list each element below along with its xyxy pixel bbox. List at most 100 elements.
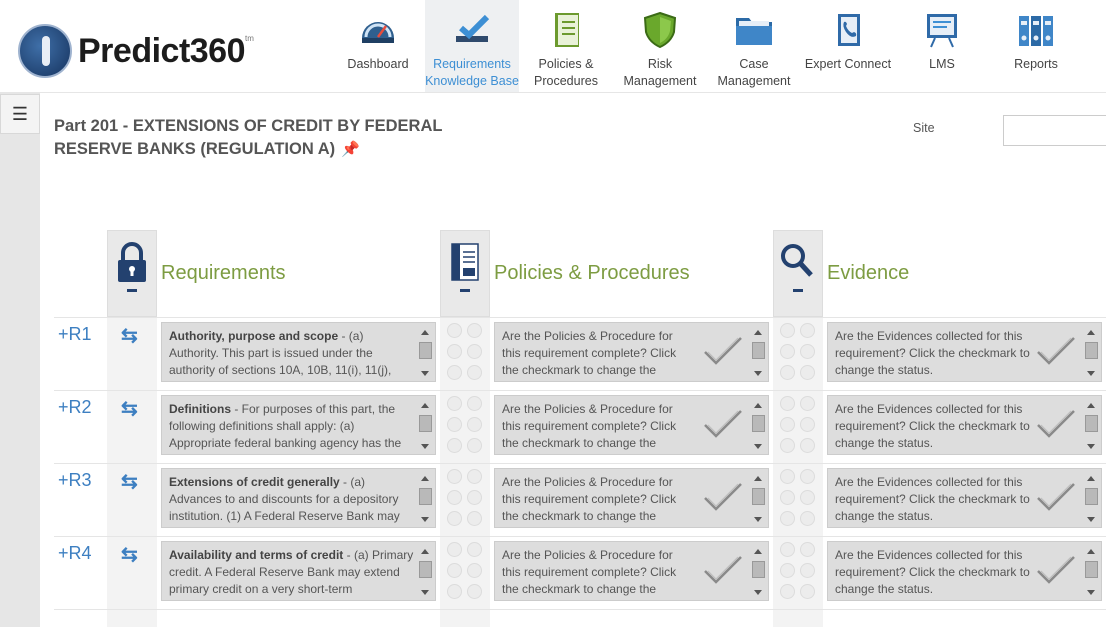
status-dot[interactable] [447,344,462,359]
scroll-down-arrow-icon[interactable] [421,517,429,522]
status-dot[interactable] [780,344,795,359]
swap-arrows-icon[interactable]: ⇆ [121,542,138,567]
scrollbar[interactable] [419,326,432,380]
status-dot[interactable] [780,563,795,578]
scroll-up-arrow-icon[interactable] [1087,330,1095,335]
status-dot[interactable] [467,469,482,484]
requirements-collapse-icon[interactable] [127,289,137,292]
scroll-thumb[interactable] [1085,488,1098,505]
checkmark-toggle-icon[interactable] [702,554,744,588]
policies-collapse-icon[interactable] [460,289,470,292]
scrollbar[interactable] [1085,399,1098,453]
scroll-thumb[interactable] [752,561,765,578]
status-dot[interactable] [447,396,462,411]
status-dot[interactable] [780,438,795,453]
status-dot[interactable] [780,584,795,599]
status-dot[interactable] [780,469,795,484]
scroll-down-arrow-icon[interactable] [754,590,762,595]
swap-arrows-icon[interactable]: ⇆ [121,396,138,421]
status-dot[interactable] [447,542,462,557]
status-dot[interactable] [467,365,482,380]
scroll-up-arrow-icon[interactable] [421,476,429,481]
status-dot[interactable] [780,396,795,411]
checkmark-toggle-icon[interactable] [702,408,744,442]
evidence-status-box[interactable]: Are the Evidences collected for this req… [827,541,1102,601]
evidence-status-box[interactable]: Are the Evidences collected for this req… [827,395,1102,455]
policies-status-box[interactable]: Are the Policies & Procedure for this re… [494,322,769,382]
status-dot[interactable] [447,417,462,432]
requirement-text-box[interactable]: Extensions of credit generally - (a) Adv… [161,468,436,528]
scroll-down-arrow-icon[interactable] [754,444,762,449]
scrollbar[interactable] [752,399,765,453]
status-dot[interactable] [800,584,815,599]
policies-status-box[interactable]: Are the Policies & Procedure for this re… [494,395,769,455]
scroll-thumb[interactable] [419,415,432,432]
row-label[interactable]: +R4 [58,543,92,564]
document-icon[interactable] [448,242,482,284]
status-dot[interactable] [800,469,815,484]
checkmark-toggle-icon[interactable] [1035,335,1077,369]
requirement-text-box[interactable]: Definitions - For purposes of this part,… [161,395,436,455]
status-dot[interactable] [800,490,815,505]
nav-dashboard[interactable]: Dashboard [331,0,425,92]
scroll-thumb[interactable] [1085,415,1098,432]
status-dot[interactable] [447,438,462,453]
status-dot[interactable] [800,323,815,338]
scroll-down-arrow-icon[interactable] [1087,371,1095,376]
scrollbar[interactable] [752,545,765,599]
scrollbar[interactable] [1085,472,1098,526]
requirement-text-box[interactable]: Availability and terms of credit - (a) P… [161,541,436,601]
scroll-down-arrow-icon[interactable] [421,444,429,449]
scrollbar[interactable] [419,399,432,453]
evidence-collapse-icon[interactable] [793,289,803,292]
scroll-down-arrow-icon[interactable] [1087,517,1095,522]
scrollbar[interactable] [1085,545,1098,599]
status-dot[interactable] [447,323,462,338]
scroll-down-arrow-icon[interactable] [1087,444,1095,449]
status-dot[interactable] [780,417,795,432]
status-dot[interactable] [467,511,482,526]
status-dot[interactable] [780,490,795,505]
status-dot[interactable] [780,365,795,380]
scroll-thumb[interactable] [419,342,432,359]
scroll-up-arrow-icon[interactable] [1087,403,1095,408]
status-dot[interactable] [800,542,815,557]
status-dot[interactable] [800,511,815,526]
hamburger-menu-icon[interactable]: ☰ [0,94,40,134]
scroll-up-arrow-icon[interactable] [1087,476,1095,481]
status-dot[interactable] [447,584,462,599]
scroll-thumb[interactable] [752,342,765,359]
scroll-thumb[interactable] [752,488,765,505]
evidence-status-box[interactable]: Are the Evidences collected for this req… [827,322,1102,382]
row-label[interactable]: +R3 [58,470,92,491]
status-dot[interactable] [467,563,482,578]
status-dot[interactable] [780,542,795,557]
checkmark-toggle-icon[interactable] [1035,408,1077,442]
row-label[interactable]: +R2 [58,397,92,418]
status-dot[interactable] [447,365,462,380]
checkmark-toggle-icon[interactable] [702,481,744,515]
status-dot[interactable] [467,396,482,411]
status-dot[interactable] [447,490,462,505]
status-dot[interactable] [800,438,815,453]
scroll-up-arrow-icon[interactable] [754,403,762,408]
status-dot[interactable] [780,511,795,526]
nav-requirements-knowledge-base[interactable]: Requirements Knowledge Base [425,0,519,92]
scroll-thumb[interactable] [752,415,765,432]
scroll-thumb[interactable] [419,561,432,578]
status-dot[interactable] [467,417,482,432]
policies-status-box[interactable]: Are the Policies & Procedure for this re… [494,541,769,601]
site-input[interactable] [1003,115,1106,146]
scroll-up-arrow-icon[interactable] [754,549,762,554]
status-dot[interactable] [467,344,482,359]
status-dot[interactable] [467,323,482,338]
status-dot[interactable] [800,417,815,432]
scroll-up-arrow-icon[interactable] [421,549,429,554]
nav-policies-procedures[interactable]: Policies & Procedures [519,0,613,92]
status-dot[interactable] [780,323,795,338]
nav-case-management[interactable]: Case Management [707,0,801,92]
scrollbar[interactable] [752,472,765,526]
scroll-up-arrow-icon[interactable] [1087,549,1095,554]
scrollbar[interactable] [419,472,432,526]
pin-icon[interactable]: 📌 [341,138,360,161]
